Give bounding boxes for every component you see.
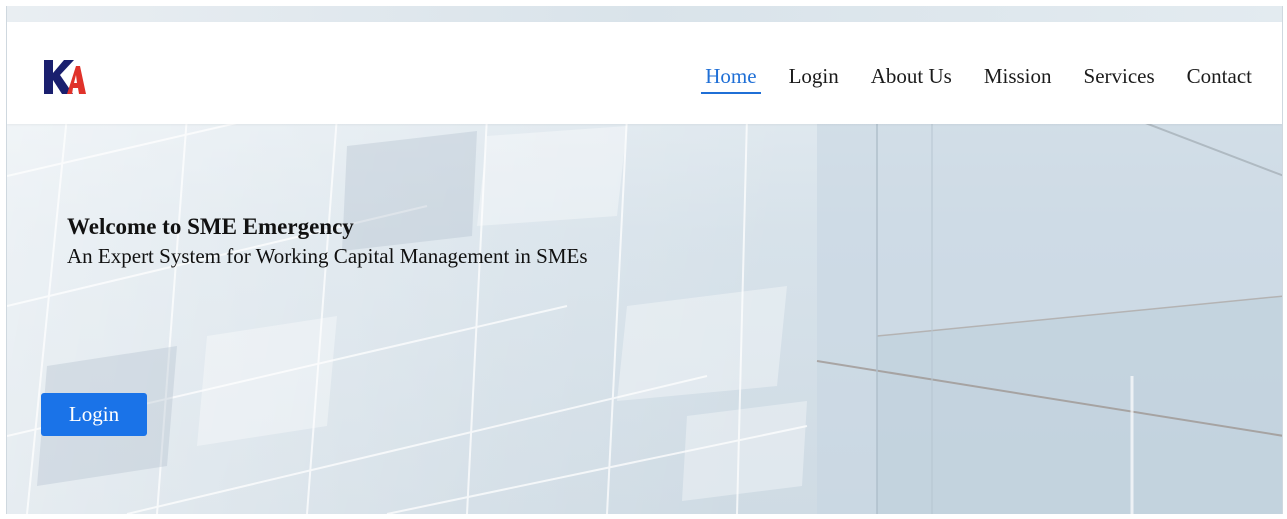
top-background-strip	[7, 6, 1282, 22]
nav-login[interactable]: Login	[773, 62, 855, 90]
navbar: Home Login About Us Mission Services Con…	[7, 22, 1282, 124]
main-nav: Home Login About Us Mission Services Con…	[689, 62, 1268, 94]
hero-login-button[interactable]: Login	[41, 393, 147, 436]
nav-contact[interactable]: Contact	[1171, 62, 1268, 90]
ka-logo-icon[interactable]	[44, 60, 86, 94]
nav-about-us[interactable]: About Us	[855, 62, 968, 90]
hero-title: Welcome to SME Emergency	[67, 214, 354, 239]
nav-home[interactable]: Home	[689, 62, 772, 94]
hero-subtitle: An Expert System for Working Capital Man…	[67, 244, 588, 268]
nav-services[interactable]: Services	[1068, 62, 1171, 90]
nav-mission[interactable]: Mission	[968, 62, 1068, 90]
page: Home Login About Us Mission Services Con…	[6, 6, 1283, 514]
